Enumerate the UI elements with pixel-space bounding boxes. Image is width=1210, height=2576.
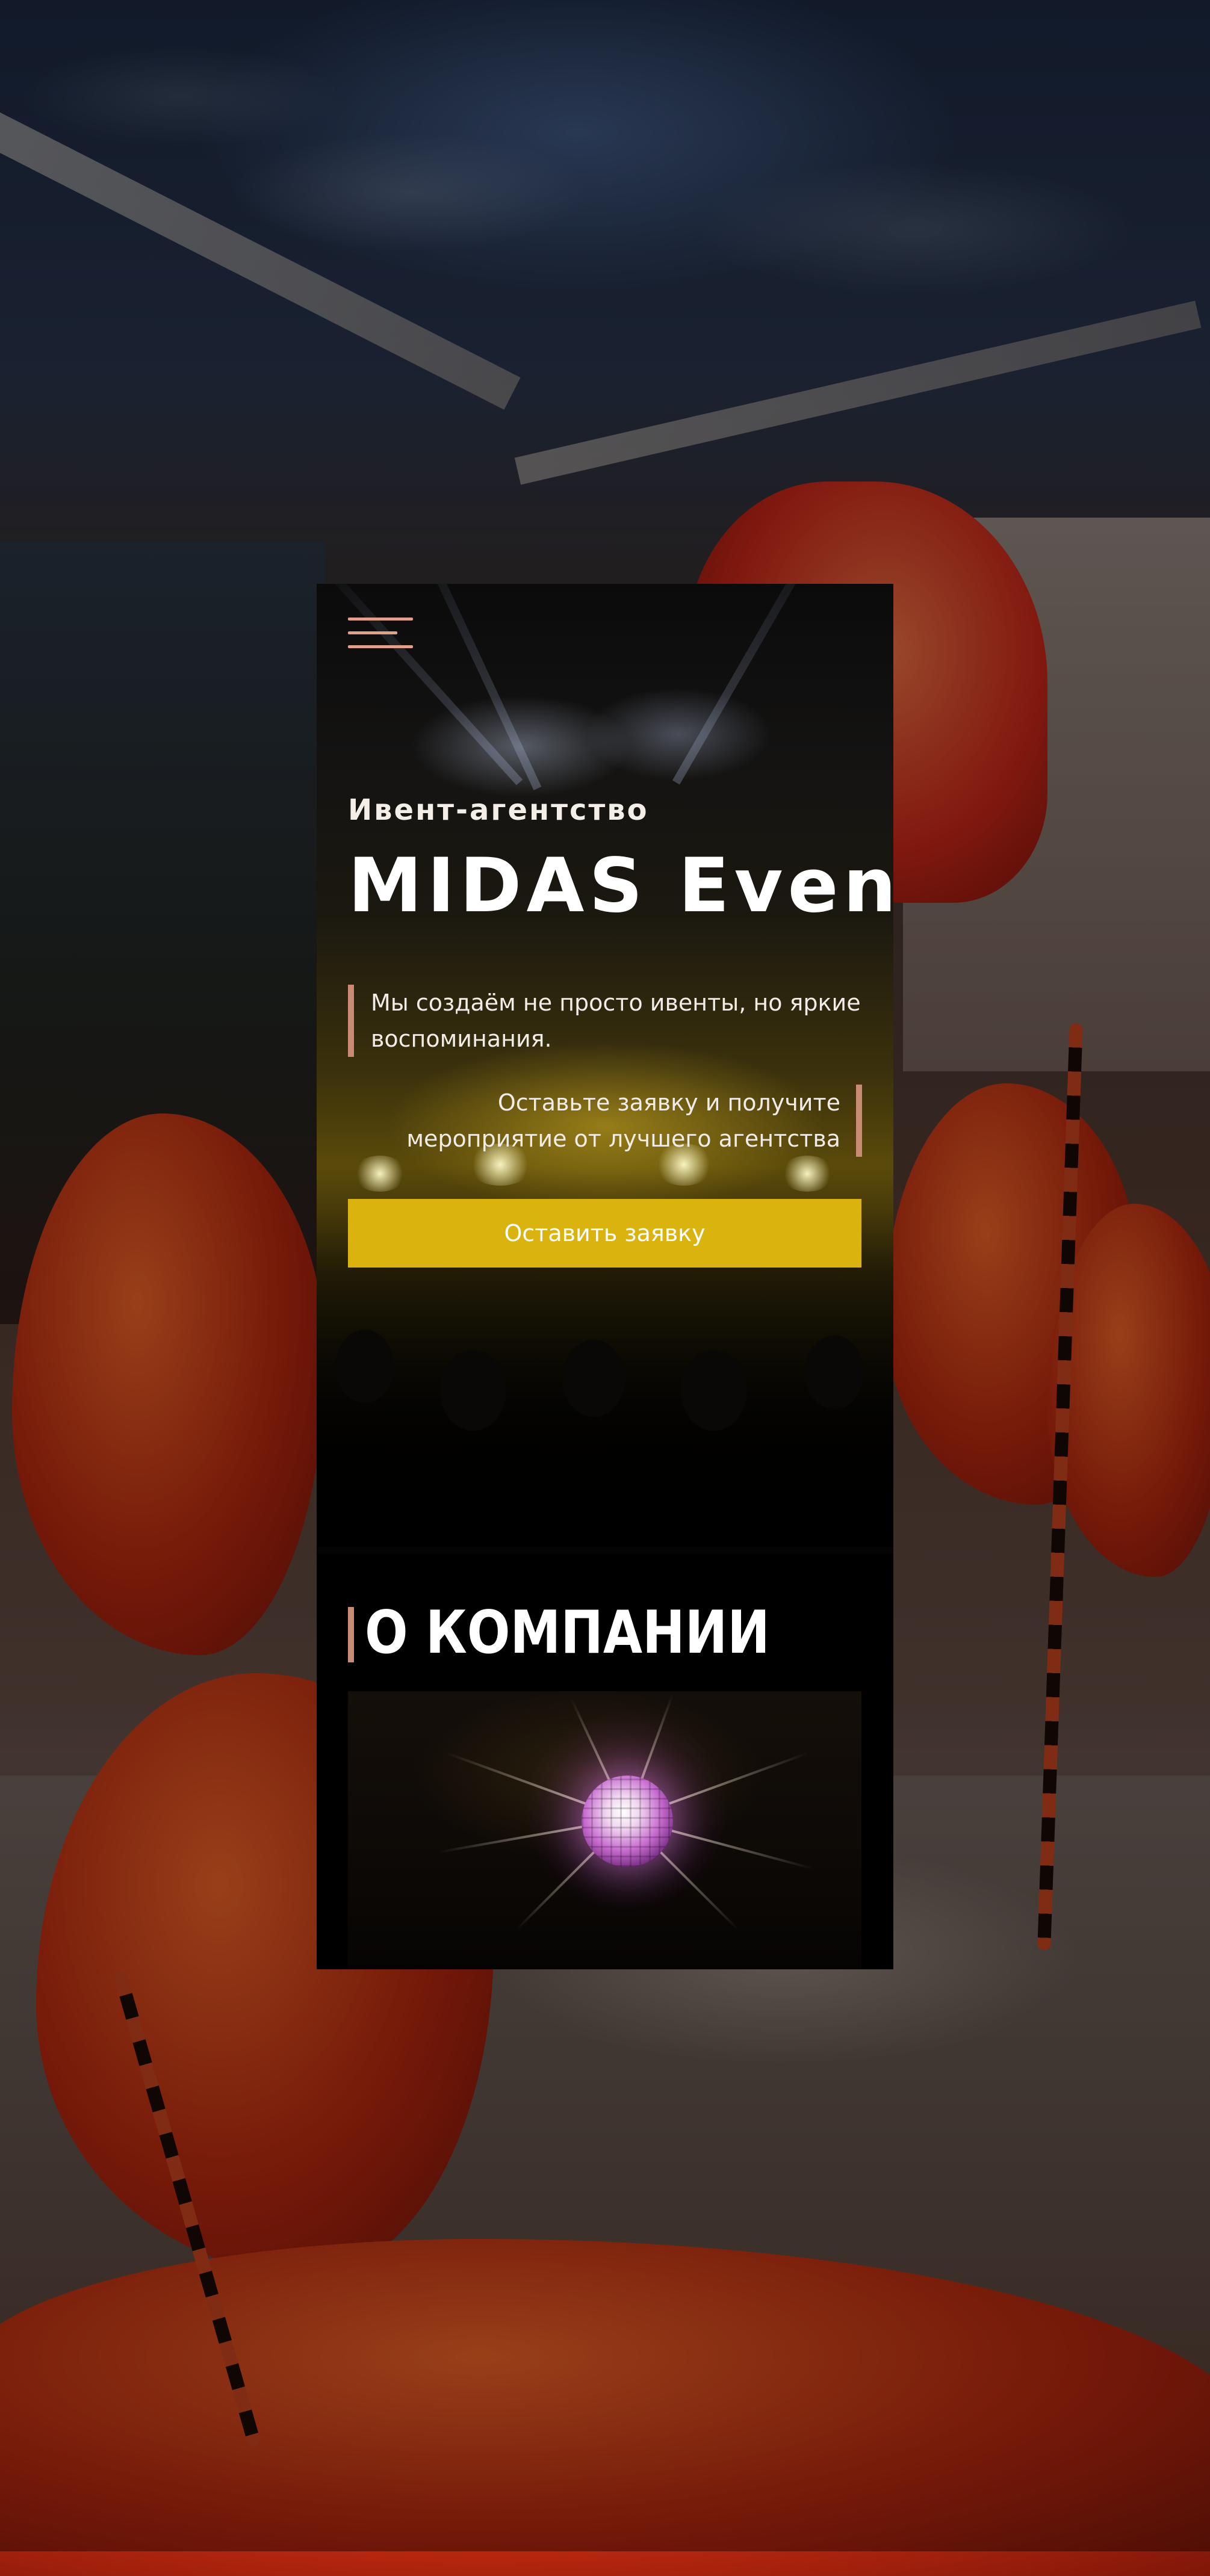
stage-light-beam xyxy=(401,584,542,790)
hero-cta-text: Оставьте заявку и получите мероприятие о… xyxy=(347,1085,862,1157)
stage-light-beam xyxy=(672,584,837,785)
disco-ball xyxy=(582,1776,673,1867)
hero-title: MIDAS Event xyxy=(348,843,893,929)
hero-section: Ивент-агентство MIDAS Event Мы создаём н… xyxy=(317,584,893,1554)
stage-light xyxy=(353,1156,407,1192)
about-image xyxy=(348,1691,861,1969)
about-title: О КОМПАНИИ xyxy=(365,1599,770,1667)
hero-eyebrow: Ивент-агентство xyxy=(348,793,649,827)
about-title-accent xyxy=(348,1607,354,1662)
burger-menu-icon[interactable] xyxy=(348,615,413,651)
stage-light xyxy=(780,1156,834,1192)
request-button[interactable]: Оставить заявку xyxy=(348,1199,861,1268)
mobile-page: Ивент-агентство MIDAS Event Мы создаём н… xyxy=(317,584,893,1969)
hero-lead: Мы создаём не просто ивенты, но яркие во… xyxy=(348,985,864,1057)
